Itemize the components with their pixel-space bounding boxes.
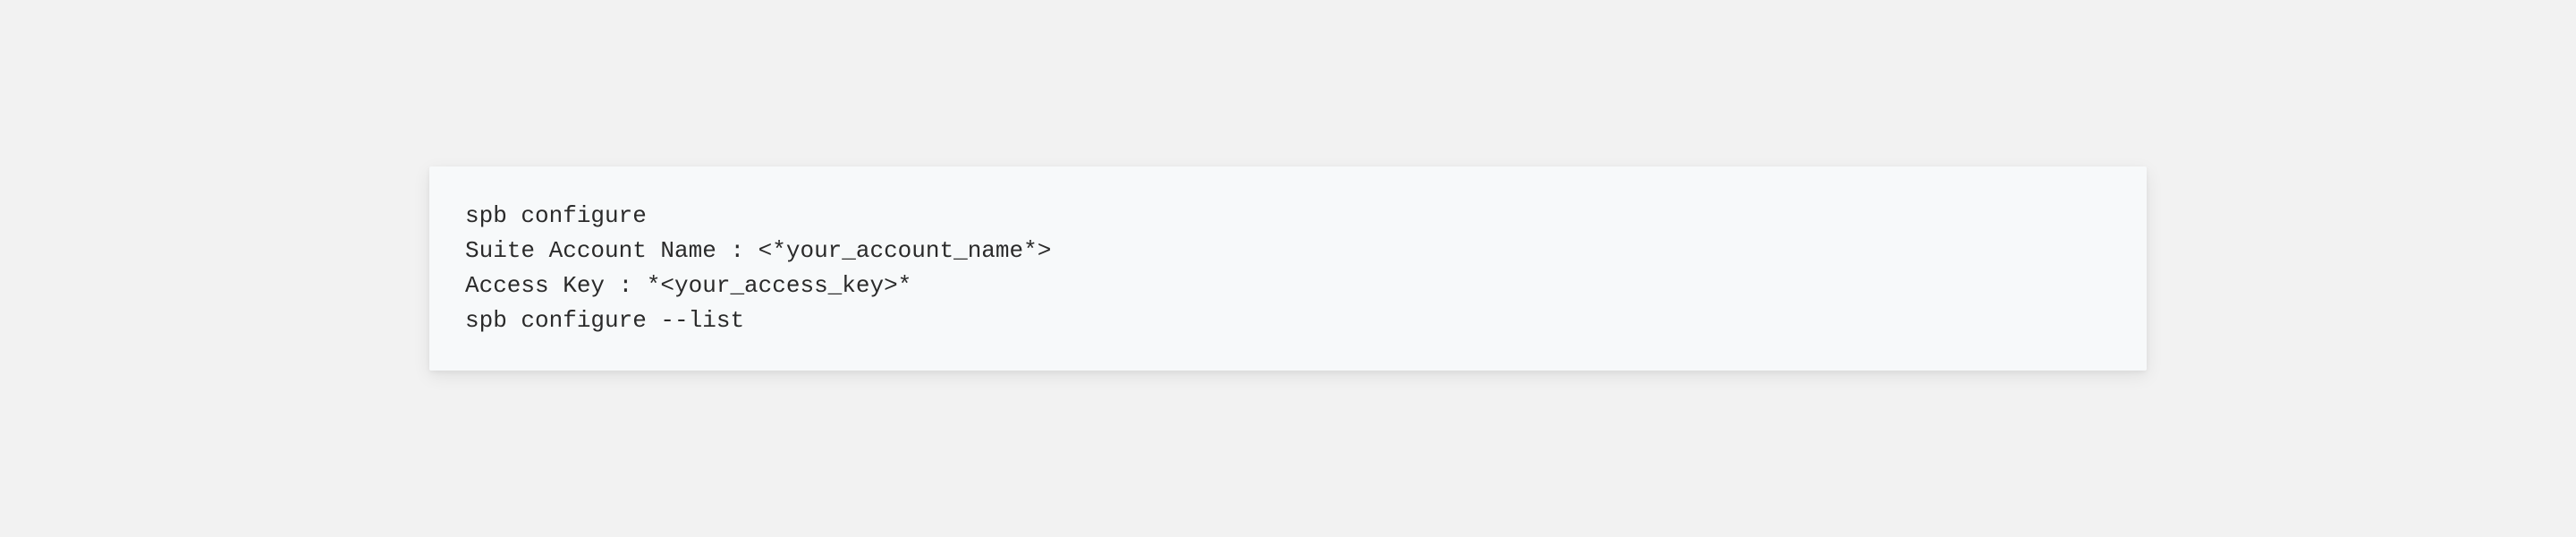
code-block: spb configure Suite Account Name : <*you… <box>429 166 2147 371</box>
code-line: spb configure --list <box>465 303 2111 338</box>
code-line: Suite Account Name : <*your_account_name… <box>465 234 2111 268</box>
code-line: Access Key : *<your_access_key>* <box>465 268 2111 303</box>
code-line: spb configure <box>465 199 2111 234</box>
